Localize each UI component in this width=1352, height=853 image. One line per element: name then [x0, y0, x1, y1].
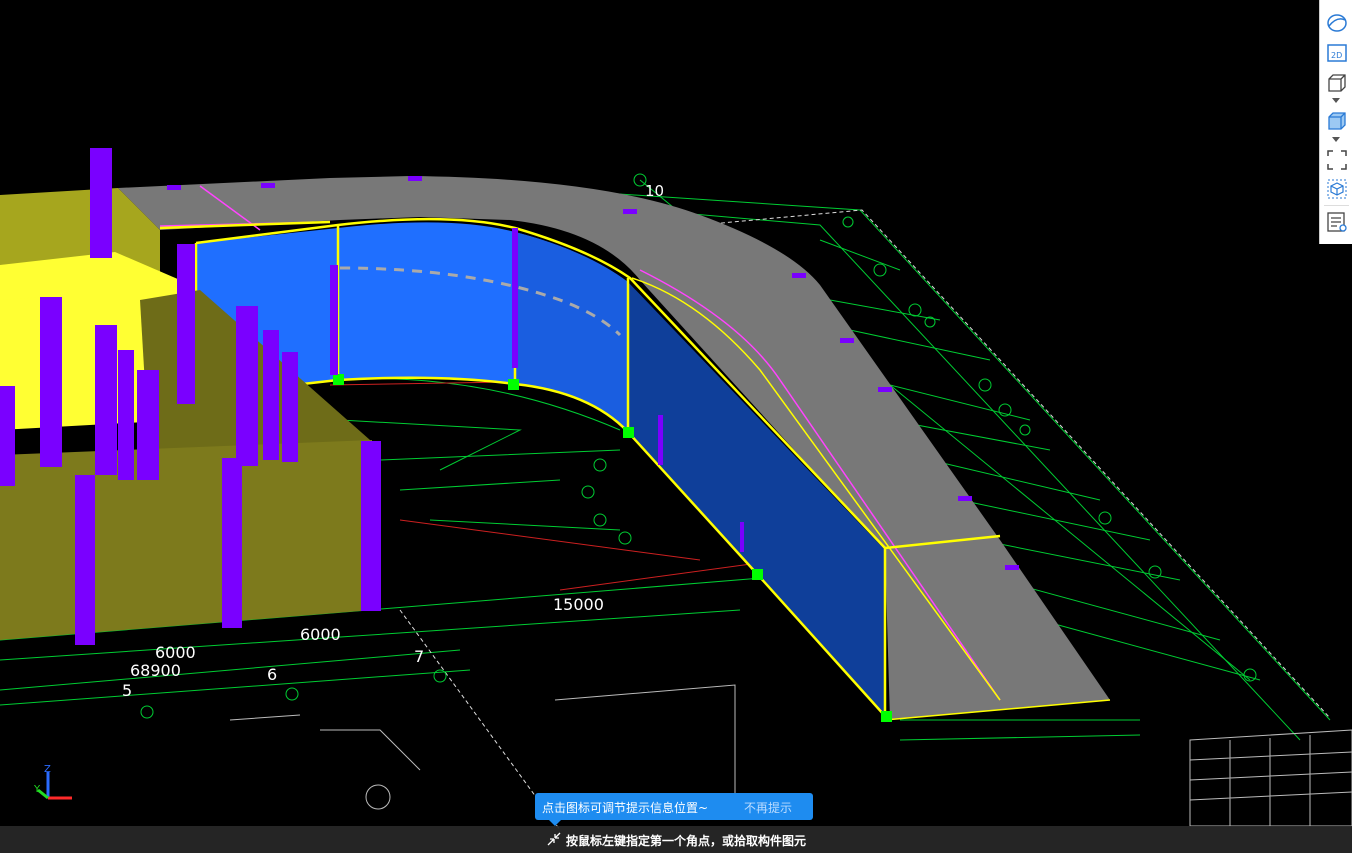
- dim-grid-10: 10: [645, 182, 664, 200]
- svg-text:2D: 2D: [1331, 51, 1342, 60]
- view-2d-button[interactable]: 2D: [1324, 40, 1349, 65]
- tip-text: 点击图标可调节提示信息位置~: [542, 801, 709, 815]
- view-3d-shaded-button[interactable]: [1324, 108, 1349, 133]
- component-visibility-icon: [1327, 179, 1346, 198]
- dim-6000-left: 6000: [155, 643, 196, 662]
- view-2d-icon: 2D: [1326, 43, 1347, 62]
- view-3d-wireframe-button[interactable]: [1324, 70, 1349, 95]
- dim-68900: 68900: [130, 661, 181, 680]
- shading-dropdown[interactable]: [1332, 137, 1340, 142]
- dim-15000: 15000: [553, 595, 604, 614]
- status-prompt: 按鼠标左键指定第一个角点，或拾取构件图元: [566, 834, 807, 848]
- tip-bubble[interactable]: 点击图标可调节提示信息位置~ 不再提示: [535, 793, 813, 826]
- curved-wall-shade: [515, 232, 628, 432]
- pick-corner-icon: [547, 832, 561, 846]
- tip-dismiss-link[interactable]: 不再提示: [744, 799, 792, 816]
- dim-grid-7: 7: [414, 647, 424, 666]
- svg-text:Y: Y: [33, 784, 41, 795]
- dim-grid-5: 5: [122, 681, 132, 700]
- svg-text:Z: Z: [44, 764, 51, 775]
- 3d-model-viewport[interactable]: 10 15000 6000 6000 68900 5 6 7 Z Y: [0, 0, 1352, 853]
- component-visibility-button[interactable]: [1324, 176, 1349, 201]
- status-bar: 按鼠标左键指定第一个角点，或拾取构件图元: [0, 826, 1352, 853]
- orbit-button[interactable]: [1324, 10, 1349, 35]
- view-toolbar: 2D: [1319, 0, 1352, 244]
- dim-grid-6: 6: [267, 665, 277, 684]
- dim-6000-right: 6000: [300, 625, 341, 644]
- display-settings-icon: [1326, 211, 1347, 232]
- orbit-icon: [1326, 13, 1347, 32]
- zoom-extents-icon: [1326, 149, 1347, 170]
- view-3d-wireframe-icon: [1327, 73, 1346, 92]
- model-drawing[interactable]: 10 15000 6000 6000 68900 5 6 7 Z Y: [0, 0, 1352, 853]
- view-mode-dropdown[interactable]: [1332, 98, 1340, 103]
- toolbar-divider: [1324, 205, 1349, 206]
- display-settings-button[interactable]: [1324, 209, 1349, 234]
- axis-gizmo-icon: Z Y: [33, 764, 72, 800]
- view-3d-shaded-icon: [1327, 111, 1346, 130]
- zoom-extents-button[interactable]: [1324, 147, 1349, 172]
